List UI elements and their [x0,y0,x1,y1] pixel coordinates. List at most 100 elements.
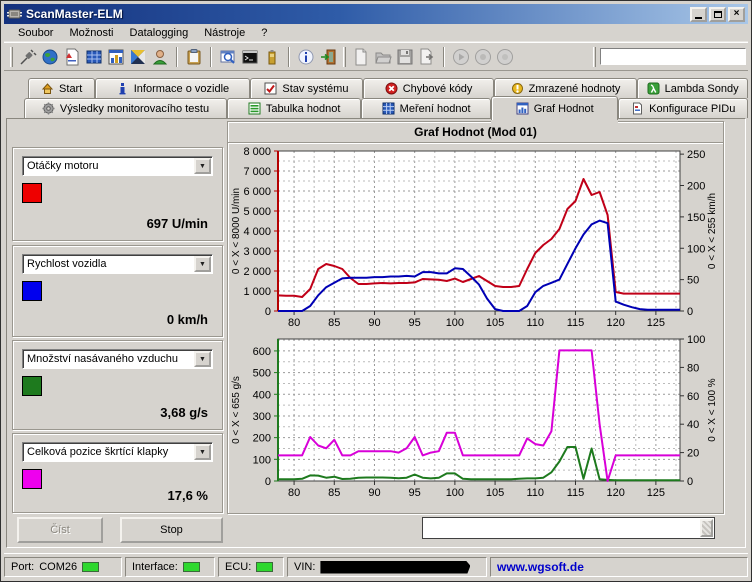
tab-lambda-sondy[interactable]: Lambda Sondy [637,78,748,98]
play-icon[interactable] [450,46,472,68]
pid-group-3: Množství nasávaného vzduchu ▼ 3,68 g/s [12,340,223,430]
connect-icon[interactable] [17,46,39,68]
battery-icon[interactable] [261,46,283,68]
toolbar-grip[interactable] [593,47,596,67]
driver-icon[interactable] [149,46,171,68]
website-link[interactable]: www.wgsoft.de [490,557,748,577]
status-vin: VIN: [287,557,487,577]
pid-select-2[interactable]: Rychlost vozidla ▼ [22,254,213,274]
record-icon[interactable] [494,46,516,68]
vehicle-info-icon[interactable] [61,46,83,68]
tab-informace-o-vozidle[interactable]: Informace o vozidle [95,78,249,98]
grid-icon [382,102,395,115]
svg-text:0: 0 [265,306,271,318]
toolbar-separator [210,47,212,67]
pid-select-3-value: Množství nasávaného vzduchu [23,353,194,365]
tab-zmrazene-hodnoty[interactable]: Zmrazené hodnoty [494,78,637,98]
chevron-down-icon[interactable]: ▼ [194,158,211,174]
pid-value-3: 3,68 g/s [160,405,208,420]
series-color-swatch [22,376,42,396]
minimize-button[interactable] [690,7,707,22]
svg-text:40: 40 [687,419,699,431]
port-value: COM26 [39,561,77,573]
series-color-swatch [22,281,42,301]
menu-help[interactable]: ? [253,25,275,41]
search-icon[interactable] [217,46,239,68]
tab-graf-hodnot[interactable]: Graf Hodnot [491,96,619,120]
ecu-led [256,562,273,572]
minimize-icon [695,17,702,19]
pid-select-4[interactable]: Celková pozice škrtící klapky ▼ [22,442,213,462]
port-led [82,562,99,572]
pid-group-2: Rychlost vozidla ▼ 0 km/h [12,245,223,337]
chevron-down-icon[interactable]: ▼ [194,351,211,367]
tab-start[interactable]: Start [28,78,95,98]
svg-text:7 000: 7 000 [243,166,271,178]
window-title: ScanMaster-ELM [26,7,688,21]
svg-text:200: 200 [687,181,705,193]
world-icon[interactable] [39,46,61,68]
tab-stav-systemu[interactable]: Stav systému [250,78,364,98]
series-color-swatch [22,183,42,203]
scrollbar-thumb[interactable] [700,519,713,537]
chevron-down-icon[interactable]: ▼ [194,444,211,460]
svg-text:95: 95 [409,487,421,499]
graph-scrollbar[interactable] [422,517,715,539]
menu-datalogging[interactable]: Datalogging [122,25,197,41]
pid-select-1[interactable]: Otáčky motoru ▼ [22,156,213,176]
svg-text:100: 100 [446,487,464,499]
pid-select-1-value: Otáčky motoru [23,160,194,172]
svg-text:4 000: 4 000 [243,226,271,238]
open-file-icon[interactable] [372,46,394,68]
stop-button[interactable]: Stop [120,517,223,543]
maximize-button[interactable] [709,7,726,22]
toolbar-grip[interactable] [10,47,13,67]
pid-select-2-value: Rychlost vozidla [23,258,194,270]
menu-bar: Soubor Možnosti Datalogging Nástroje ? [4,24,748,42]
error-icon [385,82,398,95]
new-file-icon[interactable] [350,46,372,68]
save-file-icon[interactable] [394,46,416,68]
svg-text:0: 0 [687,476,693,488]
svg-text:6 000: 6 000 [243,186,271,198]
image-icon[interactable] [127,46,149,68]
rpm-speed-chart: 01 0002 0003 0004 0005 0006 0007 0008 00… [228,143,721,333]
tab-chybove-kody[interactable]: Chybové kódy [363,78,494,98]
read-button[interactable]: Číst [17,517,103,543]
graph-icon[interactable] [105,46,127,68]
toolbar-input[interactable] [600,48,746,65]
chevron-down-icon[interactable]: ▼ [194,256,211,272]
svg-text:0 < X < 655 g/s: 0 < X < 655 g/s [231,376,242,444]
pid-select-3[interactable]: Množství nasávaného vzduchu ▼ [22,349,213,369]
menu-nastroje[interactable]: Nástroje [196,25,253,41]
home-icon [41,82,54,95]
pid-value-2: 0 km/h [167,312,208,327]
svg-text:100: 100 [687,334,705,346]
table-icon[interactable] [83,46,105,68]
page-icon [631,102,644,115]
close-button[interactable]: × [728,7,745,22]
menu-soubor[interactable]: Soubor [10,25,61,41]
svg-text:250: 250 [687,149,705,161]
tab-vysledky-monitorovaciho-testu[interactable]: Výsledky monitorovacího testu [24,98,227,118]
svg-text:400: 400 [253,389,271,401]
pid-value-4: 17,6 % [168,488,208,503]
info-icon[interactable] [295,46,317,68]
tab-mereni-hodnot[interactable]: Meření hodnot [361,98,491,118]
exit-icon[interactable] [317,46,339,68]
chart-panel: Graf Hodnot (Mod 01) 01 0002 0003 0004 0… [227,121,724,514]
toolbar-separator [443,47,445,67]
pause-icon[interactable] [472,46,494,68]
svg-text:3 000: 3 000 [243,246,271,258]
tab-tabulka-hodnot[interactable]: Tabulka hodnot [227,98,361,118]
svg-text:300: 300 [253,411,271,423]
svg-text:600: 600 [253,346,271,358]
clipboard-icon[interactable] [183,46,205,68]
svg-text:0: 0 [265,476,271,488]
toolbar-grip[interactable] [343,47,346,67]
menu-moznosti[interactable]: Možnosti [61,25,121,41]
tab-konfigurace-pidu[interactable]: Konfigurace PIDu [618,98,748,118]
svg-text:110: 110 [527,487,545,499]
export-icon[interactable] [416,46,438,68]
terminal-icon[interactable] [239,46,261,68]
